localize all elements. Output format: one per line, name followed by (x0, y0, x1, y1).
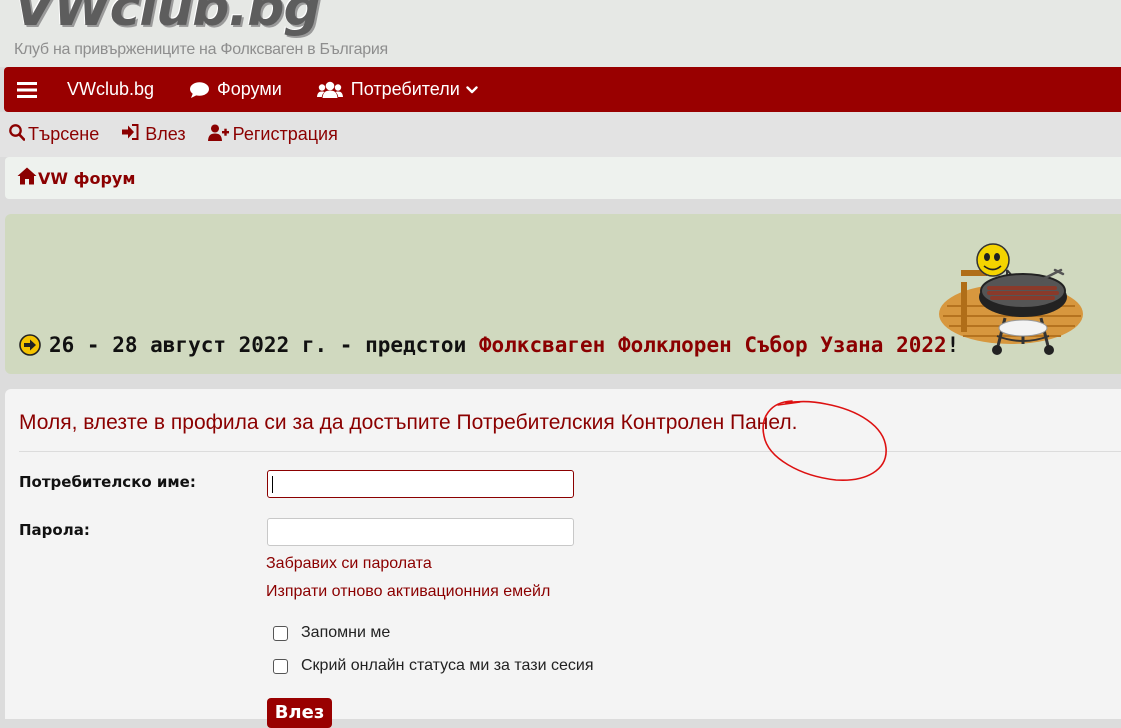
hide-status-checkbox[interactable] (273, 658, 288, 674)
hamburger-icon (17, 81, 37, 98)
nav-item-label: VWclub.bg (67, 79, 155, 99)
event-date-text: 26 - 28 август 2022 г. - предстои (49, 333, 479, 357)
smiley-barbecue-grill (937, 230, 1087, 358)
comment-icon (190, 81, 210, 98)
register-link[interactable]: Регистрация (207, 124, 338, 146)
search-icon (9, 123, 26, 146)
chevron-down-icon (466, 85, 478, 94)
secondary-navbar: Търсене Влез Регистрация (0, 112, 1121, 157)
search-link[interactable]: Търсене (9, 123, 100, 146)
user-plus-icon (207, 124, 229, 146)
home-icon (17, 167, 37, 189)
nav-item-label: Потребители (350, 79, 460, 99)
register-label: Регистрация (232, 124, 338, 144)
event-announcement: 26 - 28 август 2022 г. - предстои Фолксв… (19, 333, 959, 357)
login-submit-button[interactable]: Влез (267, 698, 332, 728)
search-label: Търсене (28, 124, 100, 144)
breadcrumb: VW форум (5, 157, 1121, 199)
remember-me-checkbox[interactable] (273, 625, 288, 641)
nav-item-users[interactable]: Потребители (316, 67, 478, 112)
forgot-password-link[interactable]: Забравих си паролата (266, 555, 432, 573)
username-label: Потребителско име: (19, 473, 196, 491)
site-tagline: Клуб на привържениците на Фолксваген в Б… (14, 41, 388, 58)
menu-toggle-button[interactable] (17, 67, 37, 112)
remember-me-label: Запомни ме (301, 624, 391, 641)
nav-item-forums[interactable]: Форуми (190, 67, 282, 112)
nav-item-label: Форуми (217, 79, 282, 99)
arrow-right-circle-icon (19, 334, 41, 356)
password-label: Парола: (19, 521, 90, 539)
users-icon (316, 81, 343, 99)
event-link[interactable]: Фолксваген Фолклорен Събор Узана 2022 (479, 333, 947, 357)
sign-in-icon (122, 124, 139, 145)
password-input[interactable] (267, 518, 574, 546)
breadcrumb-label: VW форум (38, 168, 136, 188)
resend-activation-link[interactable]: Изпрати отново активационния емейл (266, 583, 550, 601)
nav-item-home[interactable]: VWclub.bg (67, 67, 154, 112)
login-heading: Моля, влезте в профила си за да достъпит… (19, 411, 798, 434)
hide-status-option[interactable]: Скрий онлайн статуса ми за тази сесия (273, 657, 593, 675)
login-panel: Моля, влезте в профила си за да достъпит… (5, 389, 1121, 728)
main-navbar: VWclub.bg Форуми Потребители (4, 67, 1121, 112)
divider (19, 451, 1121, 452)
remember-me-option[interactable]: Запомни ме (273, 624, 390, 642)
username-input[interactable] (267, 470, 574, 498)
login-link[interactable]: Влез (122, 124, 186, 145)
event-banner: 26 - 28 август 2022 г. - предстои Фолксв… (5, 214, 1121, 374)
breadcrumb-forum-home[interactable]: VW форум (17, 167, 135, 189)
site-logo[interactable]: VWclub.bg (14, 0, 321, 38)
login-label: Влез (145, 124, 186, 144)
hide-status-label: Скрий онлайн статуса ми за тази сесия (301, 657, 594, 674)
site-header: VWclub.bg Клуб на привържениците на Фолк… (0, 0, 1121, 67)
text-caret (272, 476, 273, 493)
